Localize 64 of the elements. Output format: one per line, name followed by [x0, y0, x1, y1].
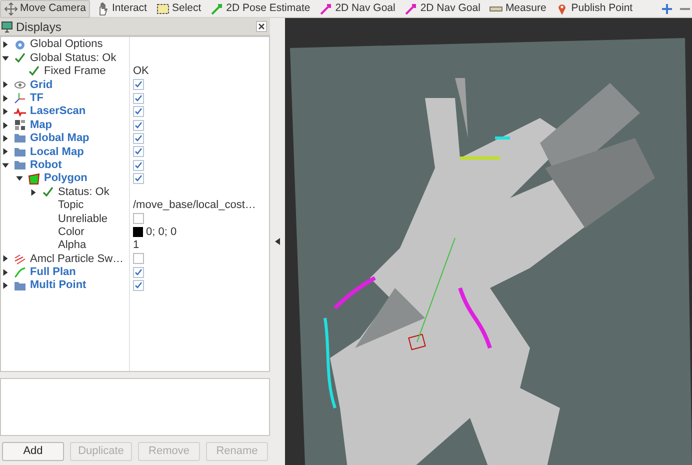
checkbox[interactable] — [133, 132, 144, 144]
expand-arrow-icon[interactable] — [1, 268, 10, 277]
expand-arrow-icon[interactable] — [1, 120, 10, 130]
arrow-icon — [404, 2, 418, 16]
expand-arrow-icon[interactable] — [1, 40, 10, 50]
tool-button[interactable]: 2D Nav Goal — [316, 0, 398, 18]
expand-arrow-icon[interactable] — [1, 107, 10, 116]
polygon-icon — [28, 172, 40, 185]
expand-arrow-icon[interactable] — [1, 80, 10, 90]
folder-icon — [14, 146, 26, 158]
collapse-arrow-icon[interactable] — [1, 160, 10, 170]
checkbox[interactable] — [133, 120, 144, 131]
expand-arrow-icon[interactable] — [1, 147, 10, 156]
property-value: /move_base/local_cost… — [133, 198, 256, 214]
wave-icon — [14, 106, 26, 118]
plus-icon[interactable] — [662, 4, 672, 14]
checkbox[interactable] — [133, 266, 144, 278]
checkbox[interactable] — [133, 146, 144, 158]
arrow-icon — [319, 2, 334, 16]
tool-button[interactable]: Publish Point — [552, 0, 636, 18]
panel-button[interactable]: Add — [2, 442, 64, 461]
expand-arrow-icon[interactable] — [29, 188, 38, 196]
folder-icon — [14, 159, 26, 172]
collapse-arrow-icon[interactable] — [15, 174, 24, 184]
checkbox[interactable] — [133, 160, 144, 171]
checkbox[interactable] — [133, 92, 144, 104]
monitor-icon — [1, 20, 13, 32]
checkbox[interactable] — [133, 280, 144, 292]
folder-icon — [14, 132, 26, 144]
collapse-arrow-icon[interactable] — [275, 238, 280, 245]
particles-icon — [14, 252, 26, 265]
expand-arrow-icon[interactable] — [1, 94, 10, 103]
eye-icon — [14, 78, 26, 91]
expand-arrow-icon[interactable] — [1, 254, 10, 264]
map-icon — [14, 119, 26, 132]
expand-arrow-icon[interactable] — [1, 281, 10, 290]
minus-icon[interactable] — [680, 8, 690, 10]
property-value: 0; 0; 0 — [146, 224, 177, 240]
tool-button[interactable]: Interact — [92, 0, 150, 18]
expand-arrow-icon[interactable] — [1, 134, 10, 143]
checkbox[interactable] — [133, 173, 144, 184]
checkbox[interactable] — [133, 213, 144, 224]
tool-button[interactable]: 2D Nav Goal — [401, 0, 484, 18]
checkbox[interactable] — [133, 79, 144, 90]
move-icon — [4, 2, 18, 16]
tool-button[interactable]: Measure — [486, 0, 550, 18]
check-mark-icon — [28, 65, 40, 78]
collapse-arrow-icon[interactable] — [1, 54, 10, 63]
tool-button[interactable]: 2D Pose Estimate — [207, 0, 314, 18]
tool-button[interactable]: Move Camera — [0, 0, 90, 18]
folder-icon — [14, 280, 26, 292]
property-value: 1 — [133, 238, 140, 254]
checkbox[interactable] — [133, 253, 144, 264]
selection-box-icon — [156, 2, 170, 16]
check-mark-icon — [42, 186, 54, 198]
path-icon — [14, 266, 26, 278]
tool-button[interactable]: Select — [152, 0, 204, 18]
check-mark-icon — [14, 52, 26, 64]
property-value: OK — [133, 64, 149, 80]
panel-title: Displays — [16, 18, 62, 36]
axes-icon — [14, 92, 26, 104]
checkbox[interactable] — [133, 106, 144, 118]
close-icon[interactable] — [256, 21, 267, 32]
arrow-icon — [210, 2, 224, 16]
